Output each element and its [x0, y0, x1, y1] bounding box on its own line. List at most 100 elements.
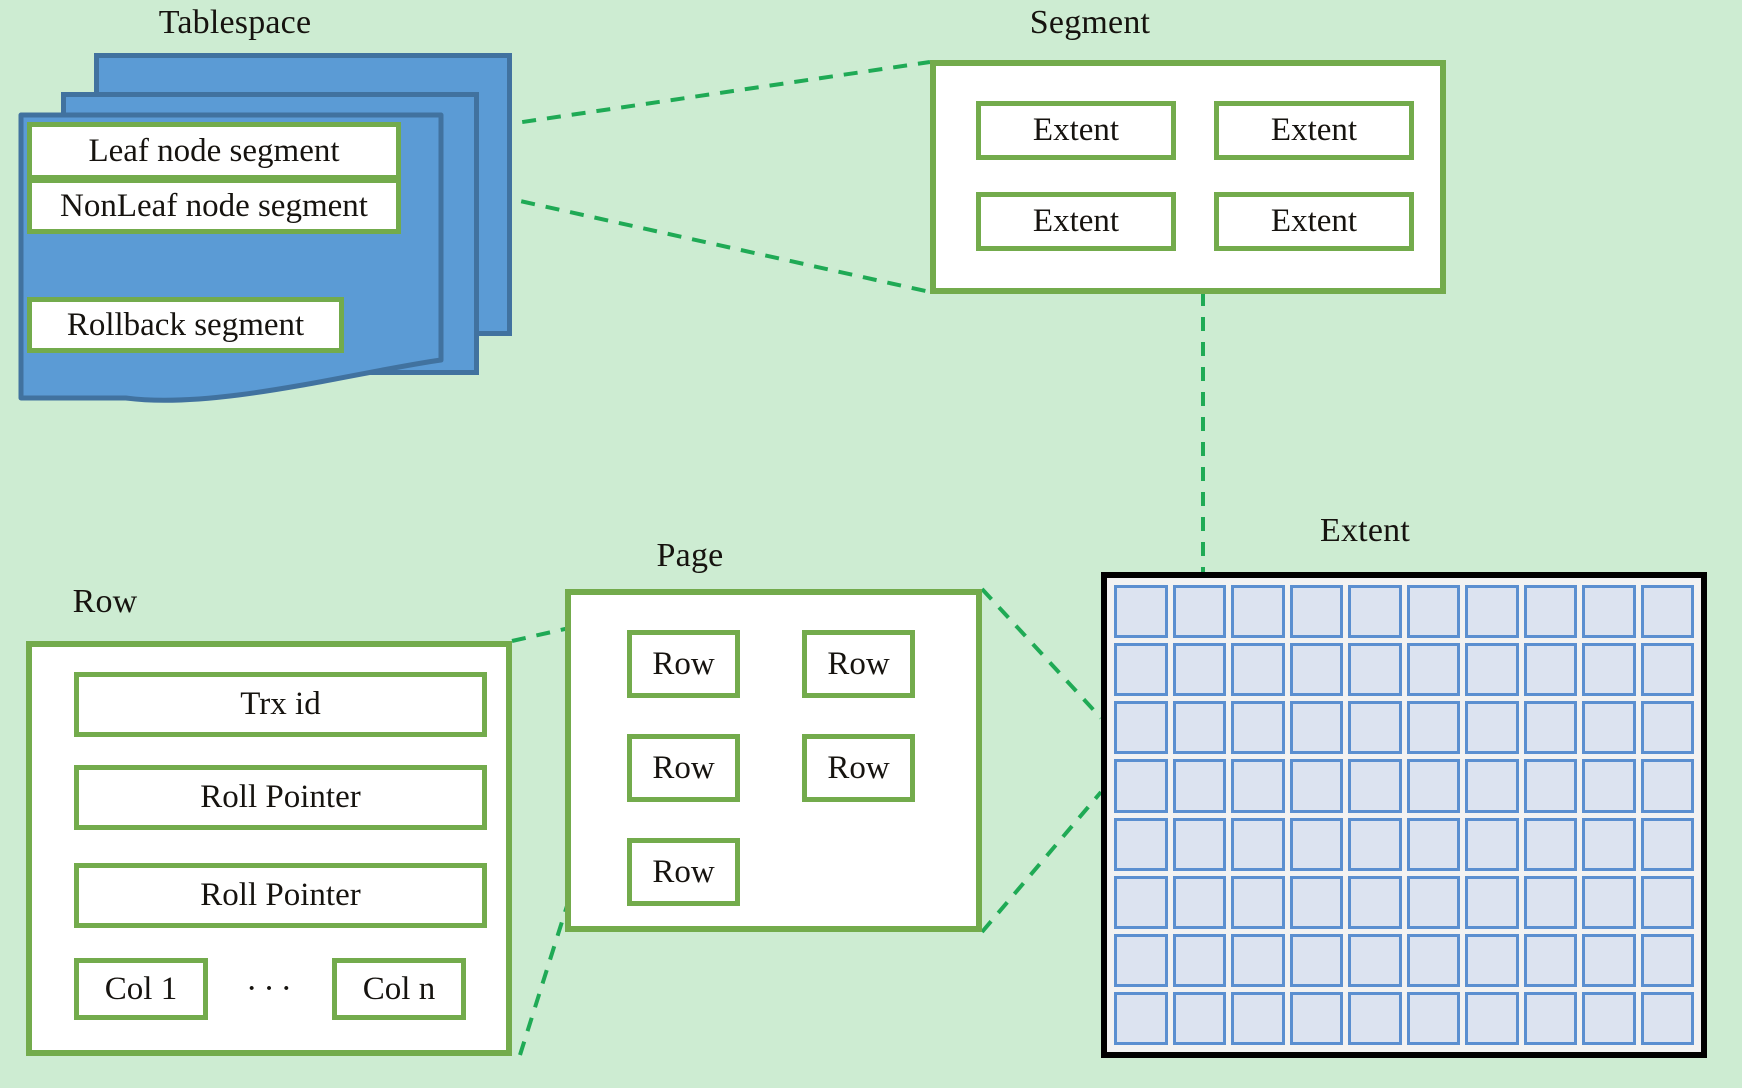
extent-cell	[1289, 817, 1343, 871]
extent-cell	[1348, 585, 1402, 639]
extent-cell	[1172, 991, 1226, 1045]
segment-extent-2[interactable]: Extent	[1214, 101, 1414, 160]
extent-cell	[1582, 759, 1636, 813]
tablespace-segment-leaf[interactable]: Leaf node segment	[27, 122, 401, 180]
row-box: Trx id Roll Pointer Roll Pointer Col 1 ·…	[26, 641, 512, 1056]
segment-extent-1[interactable]: Extent	[976, 101, 1176, 160]
diagram-canvas: Tablespace Leaf node segment NonLeaf nod…	[0, 0, 1742, 1088]
page-row-3[interactable]: Row	[627, 734, 740, 802]
extent-cell	[1289, 933, 1343, 987]
extent-cell	[1348, 759, 1402, 813]
extent-cell	[1640, 991, 1694, 1045]
segment-extent-2-label: Extent	[1270, 112, 1358, 148]
extent-cell	[1640, 701, 1694, 755]
extent-caption: Extent	[1320, 512, 1410, 549]
row-column-last-label: Col n	[362, 970, 436, 1007]
extent-cell	[1465, 991, 1519, 1045]
extent-cell	[1172, 817, 1226, 871]
row-column-last[interactable]: Col n	[332, 958, 466, 1020]
extent-cell	[1289, 585, 1343, 639]
extent-cell	[1114, 759, 1168, 813]
extent-cell	[1465, 643, 1519, 697]
extent-cell	[1465, 701, 1519, 755]
extent-cell	[1114, 875, 1168, 929]
extent-cell	[1465, 585, 1519, 639]
extent-cell	[1289, 643, 1343, 697]
extent-cell	[1231, 701, 1285, 755]
extent-cell	[1582, 933, 1636, 987]
page-row-4[interactable]: Row	[802, 734, 915, 802]
row-field-roll-pointer-1-label: Roll Pointer	[200, 779, 361, 815]
tablespace-stack: Leaf node segment NonLeaf node segment R…	[0, 0, 600, 460]
extent-cell	[1582, 585, 1636, 639]
extent-cell	[1523, 759, 1577, 813]
extent-cell	[1465, 933, 1519, 987]
extent-cell	[1406, 991, 1460, 1045]
extent-cell	[1348, 875, 1402, 929]
extent-cell	[1465, 817, 1519, 871]
extent-cell	[1523, 933, 1577, 987]
extent-cell	[1406, 759, 1460, 813]
page-row-1[interactable]: Row	[627, 630, 740, 698]
tablespace-segment-nonleaf-label: NonLeaf node segment	[60, 187, 368, 224]
tablespace-segment-rollback-label: Rollback segment	[66, 306, 305, 343]
extent-cell	[1406, 585, 1460, 639]
row-field-trx-id-label: Trx id	[240, 686, 321, 722]
extent-cell	[1582, 643, 1636, 697]
extent-cell	[1523, 643, 1577, 697]
row-column-ellipsis: ···	[222, 958, 322, 1020]
extent-cell	[1523, 817, 1577, 871]
page-row-1-label: Row	[652, 645, 715, 682]
extent-cell	[1406, 817, 1460, 871]
extent-cell	[1114, 643, 1168, 697]
page-row-5[interactable]: Row	[627, 838, 740, 906]
segment-caption: Segment	[1029, 4, 1151, 41]
extent-cell	[1231, 759, 1285, 813]
extent-cell	[1406, 875, 1460, 929]
tablespace-segment-rollback[interactable]: Rollback segment	[27, 297, 344, 353]
extent-grid	[1101, 572, 1707, 1058]
extent-cell	[1640, 643, 1694, 697]
extent-cell	[1582, 991, 1636, 1045]
extent-cell	[1114, 701, 1168, 755]
extent-cell	[1348, 701, 1402, 755]
tablespace-segment-leaf-label: Leaf node segment	[88, 132, 340, 169]
extent-cell	[1348, 991, 1402, 1045]
page-row-2[interactable]: Row	[802, 630, 915, 698]
row-field-trx-id[interactable]: Trx id	[74, 672, 487, 737]
extent-cell	[1114, 817, 1168, 871]
extent-cell	[1640, 817, 1694, 871]
extent-cell	[1172, 585, 1226, 639]
row-field-roll-pointer-2-label: Roll Pointer	[200, 877, 361, 913]
extent-cell	[1406, 643, 1460, 697]
extent-cell	[1289, 875, 1343, 929]
row-field-roll-pointer-1[interactable]: Roll Pointer	[74, 765, 487, 830]
extent-cell	[1465, 875, 1519, 929]
extent-cell	[1289, 991, 1343, 1045]
extent-cell	[1465, 759, 1519, 813]
extent-cell	[1172, 875, 1226, 929]
segment-extent-3[interactable]: Extent	[976, 192, 1176, 251]
extent-cell	[1523, 875, 1577, 929]
row-column-first[interactable]: Col 1	[74, 958, 208, 1020]
extent-cell	[1114, 585, 1168, 639]
extent-cell	[1289, 759, 1343, 813]
extent-cell	[1582, 875, 1636, 929]
connector-page-extent-bottom	[980, 790, 1103, 934]
extent-cell	[1231, 933, 1285, 987]
row-field-roll-pointer-2[interactable]: Roll Pointer	[74, 863, 487, 928]
extent-cell	[1348, 643, 1402, 697]
page-row-4-label: Row	[827, 749, 890, 786]
extent-cell	[1640, 875, 1694, 929]
extent-cell	[1172, 759, 1226, 813]
extent-cell	[1172, 643, 1226, 697]
segment-extent-3-label: Extent	[1032, 203, 1120, 239]
segment-extent-4-label: Extent	[1270, 203, 1358, 239]
segment-extent-4[interactable]: Extent	[1214, 192, 1414, 251]
extent-cell	[1289, 701, 1343, 755]
extent-cell	[1231, 585, 1285, 639]
extent-cell	[1114, 933, 1168, 987]
extent-cell	[1640, 759, 1694, 813]
extent-cell	[1406, 701, 1460, 755]
tablespace-segment-nonleaf[interactable]: NonLeaf node segment	[27, 178, 401, 234]
